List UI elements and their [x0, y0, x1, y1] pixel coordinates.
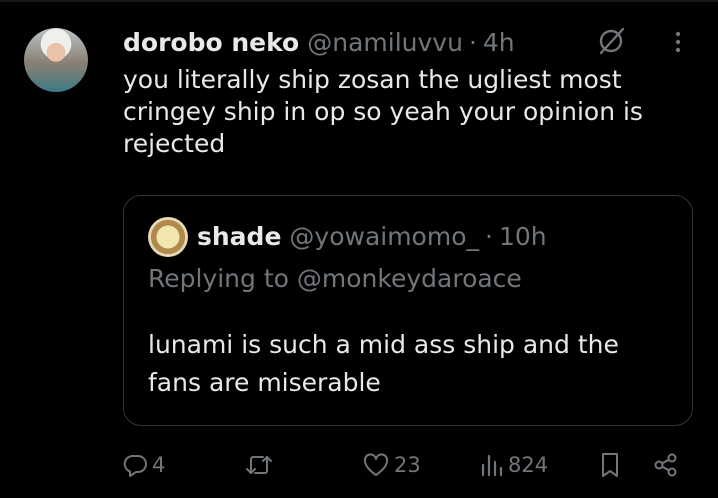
timestamp[interactable]: 4h [483, 28, 515, 57]
retweet-icon [246, 456, 272, 474]
grok-icon[interactable] [596, 26, 626, 56]
heart-icon [363, 453, 389, 476]
user-handle[interactable]: @namiluvvu [307, 28, 463, 57]
retweet-button[interactable] [244, 446, 278, 484]
action-bar: 4 23 824 [0, 446, 718, 484]
quoted-timestamp[interactable]: 10h [499, 222, 547, 251]
views-icon [481, 454, 503, 477]
replying-to: Replying to @monkeydaroace [148, 264, 522, 293]
reply-icon [123, 455, 147, 477]
display-name[interactable]: dorobo neko [123, 28, 299, 57]
like-count: 23 [394, 453, 421, 477]
reply-button[interactable]: 4 [122, 446, 165, 484]
bookmark-button[interactable] [598, 446, 622, 484]
quoted-tweet[interactable]: shade @yowaimomo_ · 10h Replying to @mon… [123, 195, 693, 426]
avatar[interactable] [24, 28, 88, 92]
tweet-header: dorobo neko @namiluvvu · 4h [123, 22, 515, 62]
views-count: 824 [508, 453, 549, 477]
share-icon [654, 453, 677, 477]
more-icon[interactable] [664, 28, 692, 56]
views-button[interactable]: 824 [480, 446, 548, 484]
share-button[interactable] [652, 446, 680, 484]
reply-count: 4 [152, 453, 166, 477]
top-divider [0, 0, 718, 2]
bookmark-icon [602, 453, 618, 477]
like-button[interactable]: 23 [362, 446, 421, 484]
quoted-user-handle[interactable]: @yowaimomo_ [289, 222, 479, 251]
quoted-avatar[interactable] [148, 217, 188, 257]
tweet-text: you literally ship zosan the ugliest mos… [123, 65, 643, 158]
quoted-separator-dot: · [485, 221, 493, 251]
quoted-header: shade @yowaimomo_ · 10h [197, 216, 547, 256]
separator-dot: · [468, 27, 477, 57]
quoted-display-name[interactable]: shade [197, 222, 281, 251]
quoted-text: lunami is such a mid ass ship and the fa… [148, 330, 619, 397]
